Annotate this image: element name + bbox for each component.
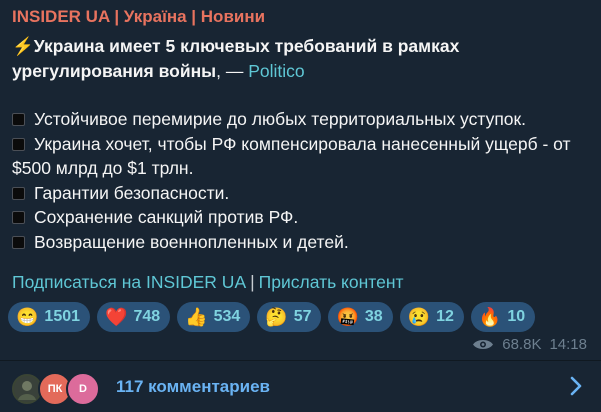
soldier-avatar-icon: [14, 376, 40, 402]
point-5: Возвращение военнопленных и детей.: [12, 230, 587, 255]
black-square-icon: [12, 113, 25, 126]
chevron-right-icon: [570, 376, 582, 396]
black-square-icon: [12, 137, 25, 151]
link-separator: |: [250, 272, 255, 292]
subscribe-link[interactable]: Подписаться на INSIDER UA: [12, 272, 246, 292]
reaction-grin[interactable]: 😁 1501: [8, 302, 91, 332]
avatar: D: [66, 372, 100, 406]
message-time: 14:18: [549, 336, 587, 353]
headline: ⚡Украина имеет 5 ключевых требований в р…: [12, 34, 587, 83]
commenter-avatars: ПК D: [0, 361, 110, 412]
point-text: Гарантии безопасности.: [34, 182, 230, 203]
reactions-bar: 😁 1501 ❤️ 748 👍 534 🤔 57 🤬 38 😢 12 🔥 10: [8, 302, 536, 332]
black-square-icon: [12, 186, 25, 200]
headline-dash: , —: [216, 60, 249, 81]
reaction-count: 1501: [44, 308, 81, 325]
reaction-fire[interactable]: 🔥 10: [470, 302, 536, 332]
black-square-icon: [12, 235, 25, 249]
reaction-count: 57: [293, 308, 312, 325]
cursing-emoji-icon: 🤬: [336, 306, 359, 327]
point-text: Возвращение военнопленных и детей.: [34, 231, 349, 252]
lightning-icon: ⚡: [12, 36, 34, 56]
comments-button[interactable]: ПК D 117 комментариев: [0, 361, 601, 412]
point-text: Сохранение санкций против РФ.: [34, 207, 299, 227]
reaction-count: 38: [364, 308, 383, 325]
reaction-count: 10: [507, 308, 526, 325]
comments-label: 117 комментариев: [116, 376, 270, 396]
heart-emoji-icon: ❤️: [105, 306, 128, 327]
point-text: Устойчивое перемирие до любых территориа…: [34, 109, 527, 129]
thinking-emoji-icon: 🤔: [265, 306, 288, 327]
message-body: ⚡Украина имеет 5 ключевых требований в р…: [12, 34, 587, 254]
reaction-thinking[interactable]: 🤔 57: [257, 302, 322, 332]
reaction-cursing[interactable]: 🤬 38: [328, 302, 393, 332]
reaction-count: 534: [213, 308, 241, 325]
point-2: Украина хочет, чтобы РФ компенсировала н…: [12, 132, 587, 181]
message-meta: 68.8K 14:18: [472, 336, 587, 353]
reaction-count: 12: [436, 308, 454, 325]
eye-icon: [473, 340, 494, 349]
reaction-crying[interactable]: 😢 12: [399, 302, 464, 332]
black-square-icon: [12, 211, 25, 224]
reaction-count: 748: [133, 308, 161, 325]
reaction-thumbs-up[interactable]: 👍 534: [177, 302, 251, 332]
point-3: Гарантии безопасности.: [12, 181, 587, 206]
grin-emoji-icon: 😁: [16, 306, 39, 327]
reaction-heart[interactable]: ❤️ 748: [97, 302, 171, 332]
view-count: 68.8K: [502, 336, 542, 353]
send-content-link[interactable]: Прислать контент: [259, 272, 404, 292]
channel-name[interactable]: INSIDER UA | Україна | Новини: [12, 7, 265, 27]
fire-emoji-icon: 🔥: [478, 306, 502, 327]
point-1: Устойчивое перемирие до любых территориа…: [12, 107, 587, 132]
thumbs-up-emoji-icon: 👍: [185, 306, 208, 327]
point-4: Сохранение санкций против РФ.: [12, 205, 587, 230]
footer-links: Подписаться на INSIDER UA | Прислать конте…: [12, 272, 404, 293]
point-text: Украина хочет, чтобы РФ компенсировала н…: [12, 133, 571, 179]
source-link[interactable]: Politico: [248, 61, 304, 81]
crying-emoji-icon: 😢: [407, 306, 431, 327]
message-bubble: INSIDER UA | Україна | Новини ⚡Украина и…: [0, 0, 601, 412]
